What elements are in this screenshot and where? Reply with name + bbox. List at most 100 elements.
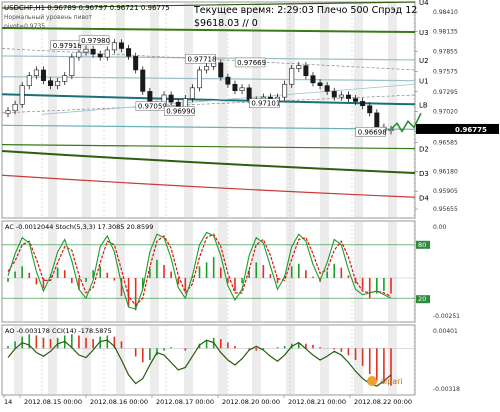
candle-body [218,62,224,78]
x-tick-label: 14 [4,398,12,406]
session-stripe [354,3,363,217]
pivot-label-d2: D2 [419,146,429,154]
session-stripe [116,3,125,217]
candle-body [189,87,195,99]
session-stripe [354,222,363,321]
x-tick-label: 2012.08.20 00:00 [222,398,280,406]
session-stripe [82,326,91,394]
candle-body [353,98,359,102]
candle-body [133,56,139,71]
ac-tick-label: -0.00251 [433,313,460,320]
ac-panel-label: AC -0.0012044 Stoch(5,3,3) 17.3085 20.85… [5,223,153,231]
alpari-logo-icon [367,376,377,386]
y-tick-label: 0.98135 [433,29,458,36]
candle-body [182,98,188,108]
candle-body [296,65,302,69]
candle-body [388,129,394,132]
candle-body [367,105,373,114]
candle-body [317,82,323,86]
server-time-part: Текущее время: [193,5,277,16]
y-tick-label: 0.97575 [433,69,458,76]
session-stripe [82,3,91,217]
balance-part: $9618.03 [194,18,242,29]
session-stripe [218,222,227,321]
price-label: 0.96698 [358,128,387,136]
pivot-label-u3: U3 [419,29,429,37]
price-label: 0.96990 [166,108,195,116]
y-tick-label: 0.97295 [433,89,458,96]
session-stripe [286,3,295,217]
candle-body [338,94,344,98]
pivot-label-u4: U4 [419,0,429,7]
y-tick-label: 0.98410 [433,9,458,16]
alpari-watermark: alpari [380,377,403,386]
ao-tick-label: 0.00401 [433,328,458,335]
server-time-part: Плечо [317,5,351,16]
candle-body [239,87,245,91]
server-time-line: Текущее время: 2:29:03 Плечо 500 Спрэд 1… [193,5,417,16]
session-stripe [82,222,91,321]
server-time-part: 2:29:03 [277,5,317,16]
price-label: 0.97918 [53,42,82,50]
session-stripe [184,222,193,321]
stoch-level-label: 80 [418,241,426,249]
x-tick-label: 2012.08.16 00:00 [90,398,148,406]
candle-body [83,48,89,53]
session-stripe [388,3,397,217]
y-tick-label: 0.96585 [433,140,458,147]
y-tick-label: 0.97020 [433,108,458,115]
y-tick-label: 0.95905 [433,188,458,195]
candle-body [345,94,351,99]
session-stripe [286,326,295,394]
session-stripe [116,326,125,394]
pivot-label-u1: U1 [419,78,429,86]
session-stripe [14,326,23,394]
y-tick-label: 0.95655 [433,206,458,213]
balance-part: 0 [252,18,258,29]
candle-body [12,103,18,112]
candle-body [118,42,124,49]
session-stripe [116,222,125,321]
session-stripe [48,222,57,321]
candle-body [33,69,39,76]
symbol-header: USDCHF,H1 0.96789 0.96797 0.96721 0.9677… [4,4,170,12]
chart-svg: 0.98410 0.98135 0.97855 0.97575 0.97295 0.970… [1,0,499,406]
candle-body [310,75,316,84]
candle-body [246,87,252,101]
server-time-part: 500 [350,5,371,16]
candle-body [69,56,75,76]
session-stripe [320,3,329,217]
session-stripe [218,3,227,217]
server-time-part: Спрэд [372,5,406,16]
pivot-label-d4: D4 [419,194,429,202]
ac-tick-label: 0.00 [433,224,447,231]
price-label: 0.97980 [81,37,110,45]
session-stripe [286,222,295,321]
candle-body [168,94,174,103]
x-tick-label: 2012.08.15 00:00 [24,398,82,406]
candle-body [140,69,146,92]
price-label: 0.97718 [188,55,217,63]
candle-body [19,85,25,105]
candle-body [40,69,46,81]
candle-body [26,75,32,86]
pivot-label-d3: D3 [419,170,429,178]
candle-body [374,112,380,128]
stoch-level-label: 20 [418,295,426,303]
candle-body [62,75,68,82]
pivot-note: Нормальный уровень пивот [4,14,93,21]
candle-body [90,48,96,55]
candle-body [55,81,61,86]
session-stripe [150,326,159,394]
x-tick-label: 2012.08.22 00:00 [354,398,412,406]
chart-root: 0.98410 0.98135 0.97855 0.97575 0.97295 0.970… [0,0,500,408]
session-stripe [218,326,227,394]
x-tick-label: 2012.08.17 00:00 [156,398,214,406]
candle-body [331,91,337,98]
session-stripe [252,3,261,217]
candle-body [324,85,330,92]
pivot-label-u2: U2 [419,57,429,65]
x-tick-label: 2012.08.21 00:00 [288,398,346,406]
current-price-label: 0.96775 [455,126,487,134]
ao-tick-label: -0.00318 [433,386,460,393]
